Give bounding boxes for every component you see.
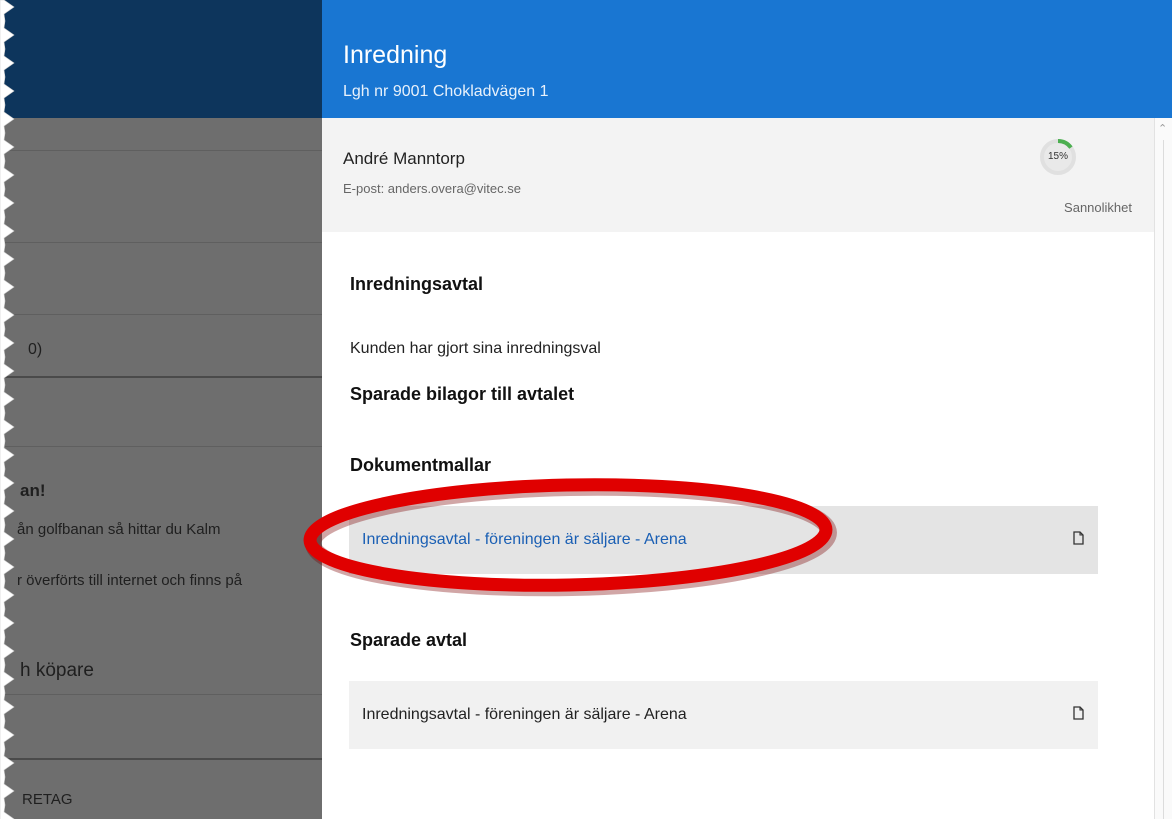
document-icon[interactable] <box>1073 706 1084 720</box>
torn-edge-decoration <box>0 0 15 819</box>
background-heading: h köpare <box>20 660 94 681</box>
contact-email: E-post: anders.overa@vitec.se <box>343 181 521 196</box>
templates-heading: Dokumentmallar <box>350 455 492 475</box>
saved-attachments-heading: Sparade bilagor till avtalet <box>350 384 575 404</box>
background-row-divider <box>0 242 322 243</box>
inredning-panel: Inredning Lgh nr 9001 Chokladvägen 1 And… <box>322 0 1172 819</box>
panel-subtitle: Lgh nr 9001 Chokladvägen 1 <box>343 83 549 100</box>
saved-agreement-label[interactable]: Inredningsavtal - föreningen är säljare … <box>362 706 687 724</box>
background-text: an! <box>20 481 46 500</box>
saved-agreement-row[interactable]: Inredningsavtal - föreningen är säljare … <box>349 681 1098 749</box>
agreement-heading: Inredningsavtal <box>350 274 484 294</box>
document-icon[interactable] <box>1073 531 1084 545</box>
chevron-up-icon[interactable]: ⌃ <box>1158 122 1167 135</box>
contact-name: André Manntorp <box>343 149 465 168</box>
background-row-divider <box>0 150 322 151</box>
panel-header: Inredning Lgh nr 9001 Chokladvägen 1 <box>322 0 1172 118</box>
background-row-divider <box>0 694 322 695</box>
background-row-divider <box>0 314 322 315</box>
background-divider <box>0 758 322 760</box>
background-text: 0) <box>28 341 43 358</box>
background-row-divider <box>0 446 322 447</box>
agreement-status: Kunden har gjort sina inredningsval <box>350 340 601 357</box>
background-divider <box>0 376 322 378</box>
panel-scrollbar[interactable]: ⌃ <box>1154 118 1172 819</box>
contact-card: André Manntorp E-post: anders.overa@vite… <box>322 118 1154 232</box>
panel-title: Inredning <box>343 41 448 69</box>
saved-agreements-heading: Sparade avtal <box>350 630 468 650</box>
template-link[interactable]: Inredningsavtal - föreningen är säljare … <box>362 531 687 549</box>
background-text: RETAG <box>22 791 73 808</box>
background-page: 0) an! ån golfbanan så hittar du Kalm r … <box>0 0 322 819</box>
probability-label: Sannolikhet <box>1064 200 1132 215</box>
scrollbar-track <box>1163 140 1164 819</box>
background-text: r överförts till internet och finns på <box>17 572 243 589</box>
background-topbar <box>0 0 322 118</box>
probability-value: 15% <box>1047 151 1068 162</box>
template-row[interactable]: Inredningsavtal - föreningen är säljare … <box>349 506 1098 574</box>
background-text: ån golfbanan så hittar du Kalm <box>17 521 221 538</box>
